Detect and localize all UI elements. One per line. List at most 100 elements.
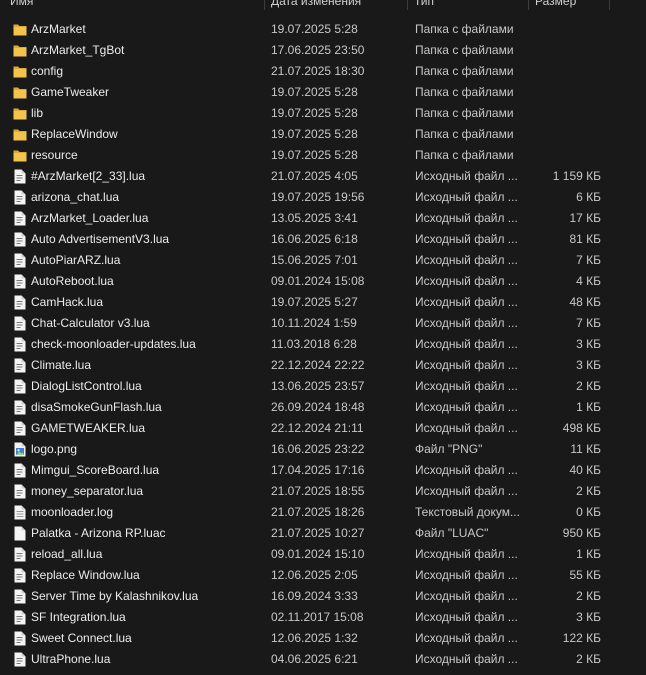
- file-type: Исходный файл ...: [415, 568, 518, 582]
- column-separator[interactable]: [609, 0, 610, 10]
- file-date: 21.07.2025 4:05: [271, 169, 358, 183]
- file-name: ReplaceWindow: [31, 127, 118, 141]
- file-row[interactable]: DialogListControl.lua 13.06.2025 23:57 Исх…: [0, 376, 646, 397]
- file-icon: [13, 547, 27, 562]
- file-date: 19.07.2025 5:28: [271, 148, 358, 162]
- file-row[interactable]: CamHack.lua 19.07.2025 5:27 Исходный файл …: [0, 292, 646, 313]
- column-header-bar: Имя Дата изменения Тип Размер: [0, 0, 646, 10]
- file-date: 19.07.2025 19:56: [271, 190, 365, 204]
- file-row[interactable]: #ArzMarket[2_33].lua 21.07.2025 4:05 Исход…: [0, 166, 646, 187]
- file-type: Папка с файлами: [415, 43, 514, 57]
- file-name: config: [31, 64, 64, 78]
- file-name: UltraPhone.lua: [31, 652, 111, 666]
- file-row[interactable]: UltraPhone.lua 04.06.2025 6:21 Исходный фа…: [0, 649, 646, 670]
- file-name: reload_all.lua: [31, 547, 103, 561]
- column-header-name[interactable]: Имя: [4, 0, 264, 10]
- file-type: Исходный файл ...: [415, 484, 518, 498]
- file-size: 55 КБ: [569, 568, 601, 582]
- file-name: GameTweaker: [31, 85, 110, 99]
- file-row[interactable]: check-moonloader-updates.lua 11.03.2018 6…: [0, 334, 646, 355]
- file-row[interactable]: Replace Window.lua 12.06.2025 2:05 Исходны…: [0, 565, 646, 586]
- file-type: Папка с файлами: [415, 22, 514, 36]
- file-date: 21.07.2025 10:27: [271, 526, 365, 540]
- file-icon: [13, 568, 27, 583]
- file-icon: [13, 379, 27, 394]
- file-name: ArzMarket: [31, 22, 86, 36]
- file-type: Папка с файлами: [415, 106, 514, 120]
- file-type: Исходный файл ...: [415, 421, 518, 435]
- column-header-type[interactable]: Тип: [408, 0, 528, 10]
- text-file-icon: [13, 505, 27, 520]
- file-name: Server Time by Kalashnikov.lua: [31, 589, 199, 603]
- file-size: 1 КБ: [576, 547, 601, 561]
- file-row[interactable]: lib 19.07.2025 5:28 Папка с файлами: [0, 103, 646, 124]
- file-date: 04.06.2025 6:21: [271, 652, 358, 666]
- file-date: 10.11.2024 1:59: [271, 316, 357, 330]
- column-header-size[interactable]: Размер: [529, 0, 609, 10]
- file-date: 21.07.2025 18:30: [271, 64, 365, 78]
- file-row[interactable]: disaSmokeGunFlash.lua 26.09.2024 18:48 Исх…: [0, 397, 646, 418]
- folder-icon: [13, 127, 27, 142]
- file-row[interactable]: config 21.07.2025 18:30 Папка с файлами: [0, 61, 646, 82]
- file-type: Исходный файл ...: [415, 652, 518, 666]
- file-type: Текстовый докум...: [415, 505, 520, 519]
- file-date: 19.07.2025 5:28: [271, 22, 358, 36]
- file-size: 0 КБ: [576, 505, 601, 519]
- file-row[interactable]: Chat-Calculator v3.lua 10.11.2024 1:59 Исх…: [0, 313, 646, 334]
- column-header-date[interactable]: Дата изменения: [265, 0, 407, 10]
- file-row[interactable]: GAMETWEAKER.lua 22.12.2024 21:11 Исходный …: [0, 418, 646, 439]
- file-row[interactable]: Palatka - Arizona RP.luac 21.07.2025 10:2…: [0, 523, 646, 544]
- file-row[interactable]: ArzMarket 19.07.2025 5:28 Папка с файлами: [0, 19, 646, 40]
- file-size: 2 КБ: [576, 484, 601, 498]
- file-row[interactable]: Mimgui_ScoreBoard.lua 17.04.2025 17:16 Исх…: [0, 460, 646, 481]
- file-date: 16.06.2025 6:18: [271, 232, 358, 246]
- file-row[interactable]: money_separator.lua 21.07.2025 18:55 Исход…: [0, 481, 646, 502]
- image-file-icon: [13, 442, 27, 457]
- file-icon: [13, 337, 27, 352]
- file-size: 6 КБ: [576, 190, 601, 204]
- file-name: ArzMarket_Loader.lua: [31, 211, 149, 225]
- file-row[interactable]: Climate.lua 22.12.2024 22:22 Исходный файл…: [0, 355, 646, 376]
- file-date: 19.07.2025 5:28: [271, 106, 358, 120]
- file-row[interactable]: ArzMarket_TgBot 17.06.2025 23:50 Папка с ф…: [0, 40, 646, 61]
- file-size: 17 КБ: [569, 211, 601, 225]
- file-row[interactable]: logo.png 16.06.2025 23:22 Файл "PNG" 11 КБ: [0, 439, 646, 460]
- file-icon: [13, 274, 27, 289]
- file-date: 21.07.2025 18:26: [271, 505, 365, 519]
- folder-icon: [13, 64, 27, 79]
- file-type: Исходный файл ...: [415, 358, 518, 372]
- file-size: 3 КБ: [576, 358, 601, 372]
- file-name: Chat-Calculator v3.lua: [31, 316, 150, 330]
- file-size: 81 КБ: [569, 232, 601, 246]
- file-name: check-moonloader-updates.lua: [31, 337, 196, 351]
- file-row[interactable]: arizona_chat.lua 19.07.2025 19:56 Исходный…: [0, 187, 646, 208]
- file-row[interactable]: Sweet Connect.lua 12.06.2025 1:32 Исходный…: [0, 628, 646, 649]
- file-row[interactable]: reload_all.lua 09.01.2024 15:10 Исходный ф…: [0, 544, 646, 565]
- file-icon: [13, 631, 27, 646]
- file-type: Файл "PNG": [415, 442, 483, 456]
- file-type: Исходный файл ...: [415, 169, 518, 183]
- file-name: AutoPiarARZ.lua: [31, 253, 121, 267]
- file-row[interactable]: Auto AdvertisementV3.lua 16.06.2025 6:18 И…: [0, 229, 646, 250]
- file-name: Replace Window.lua: [31, 568, 140, 582]
- file-name: money_separator.lua: [31, 484, 144, 498]
- blank-file-icon: [13, 526, 27, 541]
- file-row[interactable]: ArzMarket_Loader.lua 13.05.2025 3:41 Исход…: [0, 208, 646, 229]
- file-name: resource: [31, 148, 78, 162]
- file-row[interactable]: moonloader.log 21.07.2025 18:26 Текстовый …: [0, 502, 646, 523]
- file-type: Исходный файл ...: [415, 295, 518, 309]
- file-row[interactable]: AutoReboot.lua 09.01.2024 15:08 Исходный ф…: [0, 271, 646, 292]
- file-row[interactable]: resource 19.07.2025 5:28 Папка с файлами: [0, 145, 646, 166]
- file-size: 48 КБ: [569, 295, 601, 309]
- file-type: Исходный файл ...: [415, 316, 518, 330]
- file-type: Исходный файл ...: [415, 400, 518, 414]
- file-name: Auto AdvertisementV3.lua: [31, 232, 170, 246]
- file-row[interactable]: AutoPiarARZ.lua 15.06.2025 7:01 Исходный ф…: [0, 250, 646, 271]
- file-icon: [13, 589, 27, 604]
- file-row[interactable]: GameTweaker 19.07.2025 5:28 Папка с файлам…: [0, 82, 646, 103]
- file-row[interactable]: ReplaceWindow 19.07.2025 5:28 Папка с файл…: [0, 124, 646, 145]
- file-row[interactable]: Server Time by Kalashnikov.lua 16.09.2024…: [0, 586, 646, 607]
- file-size: 2 КБ: [576, 379, 601, 393]
- file-row[interactable]: SF Integration.lua 02.11.2017 15:08 Исходн…: [0, 607, 646, 628]
- file-size: 40 КБ: [569, 463, 601, 477]
